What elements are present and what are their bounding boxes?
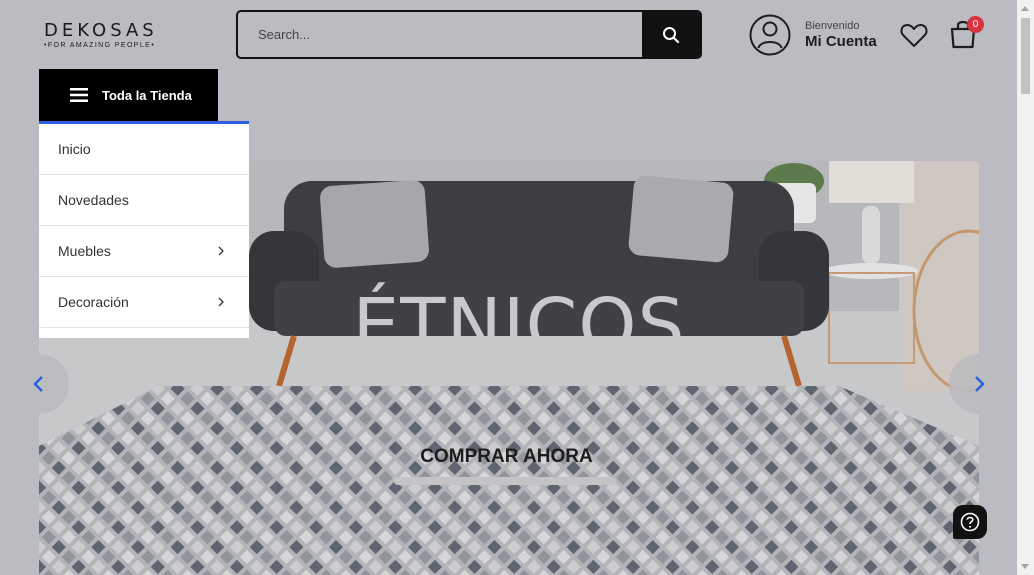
scroll-up-arrow[interactable] [1021, 6, 1029, 11]
menu-item-label: Decoración [58, 294, 129, 310]
shop-now-button[interactable]: COMPRAR AHORA [394, 446, 619, 476]
menu-item-label: Novedades [58, 192, 129, 208]
menu-item-novedades[interactable]: Novedades [39, 175, 249, 226]
slider-prev-button[interactable] [9, 354, 69, 414]
account-label: Mi Cuenta [805, 33, 877, 50]
menu-item-muebles[interactable]: Muebles [39, 226, 249, 277]
chevron-right-icon [975, 376, 985, 392]
scroll-down-arrow[interactable] [1021, 564, 1029, 569]
menu-item-label: Inicio [58, 141, 91, 157]
logo[interactable]: DEKOSAS •FOR AMAZING PEOPLE• [44, 20, 160, 49]
heart-icon[interactable] [899, 20, 929, 50]
cta-underline [394, 477, 616, 485]
menu-item-decoracion[interactable]: Decoración [39, 277, 249, 328]
hero-subtitle: Y geométricos para tus pisos [359, 357, 679, 382]
page-scrollbar[interactable] [1017, 0, 1034, 575]
search-bar [236, 10, 702, 59]
search-input[interactable] [238, 12, 644, 57]
hamburger-icon [70, 88, 88, 102]
all-store-button[interactable]: Toda la Tienda [39, 69, 218, 121]
help-button[interactable] [953, 505, 987, 539]
menu-item-inicio[interactable]: Inicio [39, 124, 249, 175]
chevron-right-icon [218, 246, 224, 256]
account-link[interactable]: Bienvenido Mi Cuenta [749, 14, 877, 56]
question-icon [960, 512, 980, 532]
category-menu: Inicio Novedades Muebles Decoración [39, 121, 249, 338]
account-welcome: Bienvenido [805, 20, 860, 32]
all-store-label: Toda la Tienda [102, 87, 192, 103]
cart-count-badge: 0 [967, 16, 984, 33]
user-icon [749, 14, 791, 56]
chevron-right-icon [218, 297, 224, 307]
logo-tagline: •FOR AMAZING PEOPLE• [44, 42, 156, 49]
chevron-left-icon [33, 376, 43, 392]
search-icon [663, 26, 680, 43]
search-button[interactable] [642, 12, 700, 57]
scroll-thumb[interactable] [1021, 18, 1030, 94]
slider-next-button[interactable] [949, 354, 1009, 414]
logo-wordmark: DEKOSAS [44, 20, 158, 41]
menu-item-label: Muebles [58, 243, 111, 259]
